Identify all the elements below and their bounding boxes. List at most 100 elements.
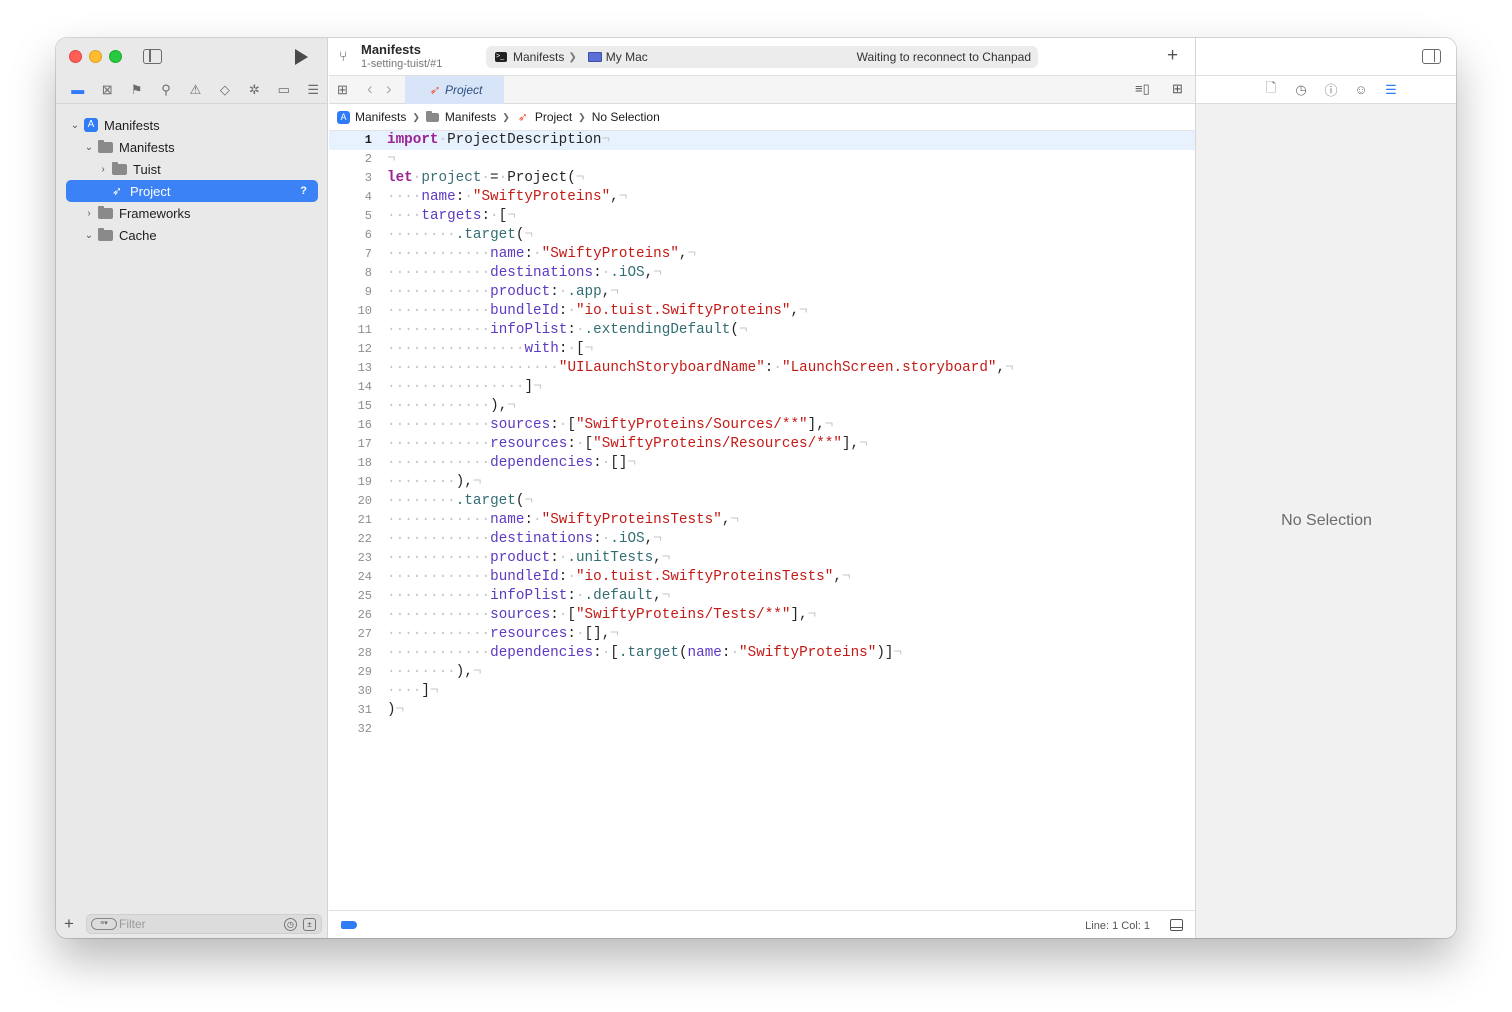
code-line[interactable]: 25 ············infoPlist:·.default,¬ (329, 587, 1195, 606)
recent-files-clock-icon[interactable]: ◷ (284, 918, 297, 931)
debug-area-toggle-icon[interactable] (1170, 919, 1183, 931)
tab-project[interactable]: ➶ Project (405, 76, 504, 104)
code-line[interactable]: 10 ············bundleId:·"io.tuist.Swifty… (329, 302, 1195, 321)
tree-item-cache-folder[interactable]: ⌄ Cache (82, 224, 318, 246)
chevron-right-icon[interactable]: › (82, 208, 96, 219)
code-line[interactable]: 27 ············resources:·[],¬ (329, 625, 1195, 644)
code-text[interactable]: ············resources:·[],¬ (387, 625, 619, 644)
code-line[interactable]: 31)¬ (329, 701, 1195, 720)
code-text[interactable]: ············dependencies:·[]¬ (387, 454, 636, 473)
back-chevron-icon[interactable]: ‹ (367, 79, 373, 99)
breakpoint-navigator-tag-icon[interactable]: ▭ (269, 78, 298, 102)
code-line[interactable]: 9 ············product:·.app,¬ (329, 283, 1195, 302)
code-line[interactable]: 19 ········),¬ (329, 473, 1195, 492)
filter-options-icon[interactable]: ≡▾ (91, 918, 117, 930)
report-navigator-list-icon[interactable]: ☰ (299, 78, 328, 102)
code-line[interactable]: 12 ················with:·[¬ (329, 340, 1195, 359)
code-line[interactable]: 3 let·project·=·Project(¬ (329, 169, 1195, 188)
code-text[interactable]: ····name:·"SwiftyProteins",¬ (387, 188, 627, 207)
code-line[interactable]: 16 ············sources:·["SwiftyProteins/… (329, 416, 1195, 435)
code-text[interactable]: ········),¬ (387, 473, 482, 492)
code-text[interactable]: ····targets:·[¬ (387, 207, 516, 226)
destination-selector[interactable]: My Mac (606, 50, 648, 64)
library-plus-icon[interactable]: + (1167, 45, 1178, 67)
code-text[interactable]: ········.target(¬ (387, 226, 533, 245)
code-line[interactable]: 8 ············destinations:·.iOS,¬ (329, 264, 1195, 283)
source-control-filter-icon[interactable]: ± (303, 918, 316, 931)
code-line[interactable]: 24 ············bundleId:·"io.tuist.Swifty… (329, 568, 1195, 587)
tree-item-frameworks-folder[interactable]: › Frameworks (82, 202, 318, 224)
code-line[interactable]: 11 ············infoPlist:·.extendingDefau… (329, 321, 1195, 340)
forward-chevron-icon[interactable]: › (386, 79, 392, 99)
code-text[interactable]: ············name:·"SwiftyProteinsTests",… (387, 511, 739, 530)
code-text[interactable]: ············dependencies:·[.target(name:… (387, 644, 902, 663)
breadcrumb-item-file[interactable]: Project (535, 110, 572, 124)
code-line[interactable]: 18 ············dependencies:·[]¬ (329, 454, 1195, 473)
code-text[interactable]: ············resources:·["SwiftyProteins/… (387, 435, 868, 454)
accessibility-inspector-icon[interactable]: ☺ (1346, 82, 1376, 97)
tree-item-project-file[interactable]: ➶ Project ? (66, 180, 318, 202)
tree-item-manifests-project[interactable]: ⌄ A Manifests (68, 114, 318, 136)
code-line[interactable]: 6 ········.target(¬ (329, 226, 1195, 245)
code-text[interactable]: ¬ (387, 150, 396, 169)
quick-help-question-icon[interactable]: ⓘ (1316, 80, 1346, 99)
code-text[interactable]: ········.target(¬ (387, 492, 533, 511)
code-text[interactable]: ············destinations:·.iOS,¬ (387, 530, 662, 549)
code-line[interactable]: 26 ············sources:·["SwiftyProteins/… (329, 606, 1195, 625)
breadcrumb-item-symbol[interactable]: No Selection (592, 110, 660, 124)
code-line[interactable]: 29 ········),¬ (329, 663, 1195, 682)
add-editor-split-icon[interactable]: ⊞ (1172, 81, 1183, 97)
code-line[interactable]: 1 import·ProjectDescription¬ (329, 131, 1195, 150)
code-line[interactable]: 5 ····targets:·[¬ (329, 207, 1195, 226)
code-text[interactable]: ············),¬ (387, 397, 516, 416)
breakpoints-toggle-icon[interactable] (341, 921, 357, 929)
attributes-inspector-sliders-icon[interactable]: ☰ (1376, 82, 1406, 98)
code-text[interactable]: ············infoPlist:·.extendingDefault… (387, 321, 748, 340)
code-text[interactable]: ············sources:·["SwiftyProteins/So… (387, 416, 833, 435)
run-button[interactable] (295, 49, 308, 65)
chevron-down-icon[interactable]: ⌄ (82, 142, 96, 153)
history-inspector-clock-icon[interactable]: ◷ (1286, 82, 1316, 98)
close-window-button[interactable] (69, 50, 82, 63)
code-text[interactable]: ············infoPlist:·.default,¬ (387, 587, 670, 606)
minimize-window-button[interactable] (89, 50, 102, 63)
code-text[interactable]: )¬ (387, 701, 404, 720)
code-text[interactable]: import·ProjectDescription¬ (387, 131, 610, 150)
code-line[interactable]: 14 ················]¬ (329, 378, 1195, 397)
sidebar-toggle-icon[interactable] (143, 49, 162, 64)
code-line[interactable]: 20 ········.target(¬ (329, 492, 1195, 511)
code-text[interactable]: ················]¬ (387, 378, 542, 397)
source-control-navigator-icon[interactable]: ⊠ (92, 78, 121, 102)
code-line[interactable]: 22 ············destinations:·.iOS,¬ (329, 530, 1195, 549)
code-line[interactable]: 7 ············name:·"SwiftyProteins",¬ (329, 245, 1195, 264)
filter-input[interactable] (119, 915, 269, 933)
code-text[interactable]: ················with:·[¬ (387, 340, 593, 359)
code-text[interactable]: ············sources:·["SwiftyProteins/Te… (387, 606, 816, 625)
bookmark-navigator-icon[interactable]: ⚑ (122, 78, 151, 102)
code-line[interactable]: 17 ············resources:·["SwiftyProtein… (329, 435, 1195, 454)
breadcrumb-item-folder[interactable]: Manifests (445, 110, 496, 124)
chevron-down-icon[interactable]: ⌄ (82, 230, 96, 241)
code-text[interactable]: ········),¬ (387, 663, 482, 682)
related-items-grid-icon[interactable]: ⊞ (337, 82, 348, 98)
add-file-plus-icon[interactable]: + (64, 914, 86, 934)
scheme-selector[interactable]: Manifests (513, 50, 564, 64)
tree-item-tuist-folder[interactable]: › Tuist (96, 158, 318, 180)
project-navigator-folder-icon[interactable]: ▬ (63, 78, 92, 102)
code-line[interactable]: 13 ····················"UILaunchStoryboar… (329, 359, 1195, 378)
breadcrumb-item-project[interactable]: Manifests (355, 110, 406, 124)
scheme-branch[interactable]: 1-setting-tuist/#1 (361, 58, 442, 70)
zoom-window-button[interactable] (109, 50, 122, 63)
file-inspector-icon[interactable]: 🗋 (1256, 79, 1286, 101)
scheme-title[interactable]: Manifests (361, 42, 421, 57)
code-text[interactable]: ············destinations:·.iOS,¬ (387, 264, 662, 283)
code-line[interactable]: 21 ············name:·"SwiftyProteinsTests… (329, 511, 1195, 530)
tree-item-manifests-folder[interactable]: ⌄ Manifests (82, 136, 318, 158)
code-line[interactable]: 15 ············),¬ (329, 397, 1195, 416)
code-text[interactable]: ····················"UILaunchStoryboardN… (387, 359, 1014, 378)
code-text[interactable]: ············bundleId:·"io.tuist.SwiftyPr… (387, 568, 851, 587)
code-text[interactable]: ············bundleId:·"io.tuist.SwiftyPr… (387, 302, 808, 321)
code-text[interactable]: ············product:·.app,¬ (387, 283, 619, 302)
editor-options-icon[interactable]: ≡▯ (1135, 81, 1150, 97)
code-line[interactable]: 23 ············product:·.unitTests,¬ (329, 549, 1195, 568)
